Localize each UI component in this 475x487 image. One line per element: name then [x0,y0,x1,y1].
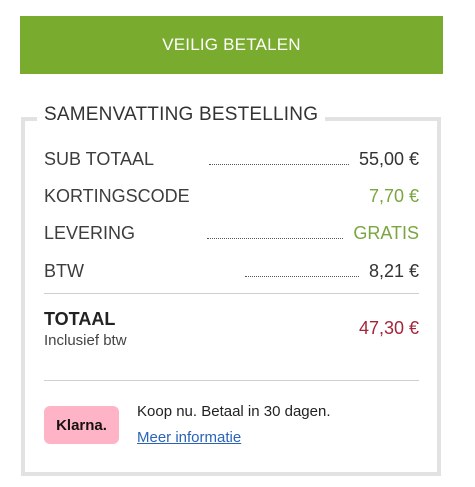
summary-divider [44,293,419,294]
total-label: TOTAAL [44,309,116,329]
discount-value: 7,70 € [368,186,419,206]
dotted-leader [209,164,349,165]
subtotal-label: SUB TOTAAL [44,149,155,169]
veilig-betalen-button[interactable]: VEILIG BETALEN [20,16,443,74]
dotted-leader [207,238,344,239]
klarna-divider [44,380,419,381]
summary-row-vat: BTW 8,21 € [44,254,419,282]
delivery-label: LEVERING [44,223,136,243]
subtotal-value: 55,00 € [358,149,419,169]
vat-value: 8,21 € [368,261,419,281]
dotted-leader [245,276,359,277]
vat-label: BTW [44,261,84,281]
summary-row-subtotal: SUB TOTAAL 55,00 € [44,142,419,170]
summary-row-delivery: LEVERING GRATIS [44,216,419,244]
discount-label: KORTINGSCODE [44,186,190,206]
total-value: 47,30 € [358,318,419,338]
order-summary-title: SAMENVATTING BESTELLING [37,101,326,129]
summary-row-discount: KORTINGSCODE 7,70 € [44,179,419,207]
klarna-more-info-link[interactable]: Meer informatie [137,429,241,446]
klarna-message: Koop nu. Betaal in 30 dagen. [137,403,331,420]
total-vat-note: Inclusief btw [44,332,127,349]
delivery-value: GRATIS [353,223,419,243]
klarna-logo: Klarna. [44,406,119,444]
